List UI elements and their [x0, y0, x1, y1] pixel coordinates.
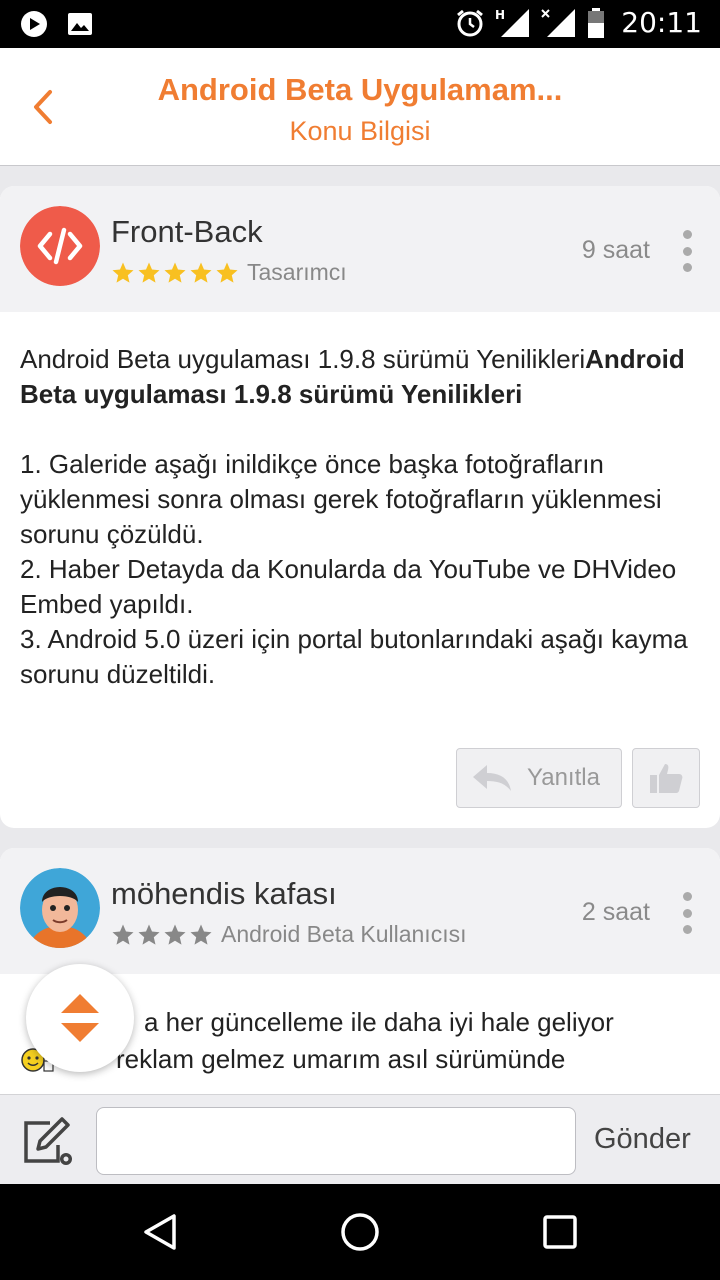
star-icon — [190, 262, 212, 283]
scroll-toggle-button[interactable] — [26, 964, 134, 1072]
reply-button[interactable]: Yanıtla — [456, 748, 622, 808]
post-title: Android Beta uygulaması 1.9.8 sürümü Yen… — [20, 342, 700, 412]
alarm-icon — [457, 9, 484, 36]
star-icon — [164, 924, 186, 945]
post-line: reklam gelmez umarım asıl sürümünde — [116, 1044, 566, 1074]
like-button[interactable] — [632, 748, 700, 808]
author-name[interactable]: Front-Back — [111, 214, 263, 250]
post-header: Front-Back Tasarımcı 9 saat — [0, 186, 720, 312]
post-title-plain: Android Beta uygulaması 1.9.8 sürümü Yen… — [20, 344, 586, 374]
post-line: 1. Galeride aşağı inildikçe önce başka f… — [20, 449, 662, 549]
signal-x-icon — [541, 8, 576, 37]
image-icon — [68, 13, 92, 35]
star-icon — [138, 924, 160, 945]
more-options-icon[interactable] — [680, 230, 694, 272]
post-header: möhendis kafası Android Beta Kullanıcısı… — [0, 848, 720, 974]
page-subtitle: Konu Bilgisi — [289, 116, 431, 146]
thumbs-up-icon — [650, 764, 683, 793]
svg-text:H: H — [495, 8, 505, 22]
play-store-icon — [21, 11, 47, 37]
compose-settings-icon[interactable] — [20, 1115, 76, 1169]
arrow-up-icon — [61, 994, 99, 1013]
composer-bar: Gönder — [0, 1094, 720, 1184]
status-bar: H 20:11 — [0, 0, 720, 48]
reply-arrow-icon — [473, 765, 511, 791]
post-time: 9 saat — [581, 236, 650, 264]
nav-recent-apps-icon[interactable] — [542, 1214, 578, 1250]
battery-icon — [588, 7, 605, 38]
post-card: Front-Back Tasarımcı 9 saat Android Beta… — [0, 186, 720, 828]
star-icon — [164, 262, 186, 283]
nav-back-icon[interactable] — [140, 1212, 180, 1252]
page-title: Android Beta Uygulamam... — [157, 72, 563, 107]
navigation-bar — [0, 1184, 720, 1280]
author-name[interactable]: möhendis kafası — [111, 876, 337, 912]
post-body: Android Beta uygulaması 1.9.8 sürümü Yen… — [20, 342, 700, 692]
reply-label: Yanıtla — [527, 764, 600, 791]
star-icon — [216, 262, 238, 283]
star-icon — [112, 262, 134, 283]
send-button[interactable]: Gönder — [594, 1123, 691, 1156]
post-line: 3. Android 5.0 üzeri için portal butonla… — [20, 624, 688, 689]
star-icon — [138, 262, 160, 283]
message-input[interactable] — [96, 1107, 576, 1175]
user-role: Android Beta Kullanıcısı — [221, 921, 467, 947]
more-options-icon[interactable] — [680, 892, 694, 934]
rating-stars: Tasarımcı — [111, 259, 347, 286]
arrow-down-icon — [61, 1023, 99, 1042]
status-time: 20:11 — [621, 6, 702, 39]
star-icon — [112, 924, 134, 945]
post-line: 2. Haber Detayda da Konularda da YouTube… — [20, 554, 677, 619]
app-bar: Android Beta Uygulamam... Konu Bilgisi — [0, 48, 720, 166]
signal-h-icon: H — [495, 8, 530, 37]
nav-home-icon[interactable] — [340, 1212, 380, 1252]
rating-stars: Android Beta Kullanıcısı — [111, 921, 466, 948]
avatar[interactable] — [20, 206, 100, 286]
avatar[interactable] — [20, 868, 100, 948]
star-icon — [190, 924, 212, 945]
post-time: 2 saat — [581, 898, 650, 926]
user-role: Tasarımcı — [247, 259, 347, 285]
